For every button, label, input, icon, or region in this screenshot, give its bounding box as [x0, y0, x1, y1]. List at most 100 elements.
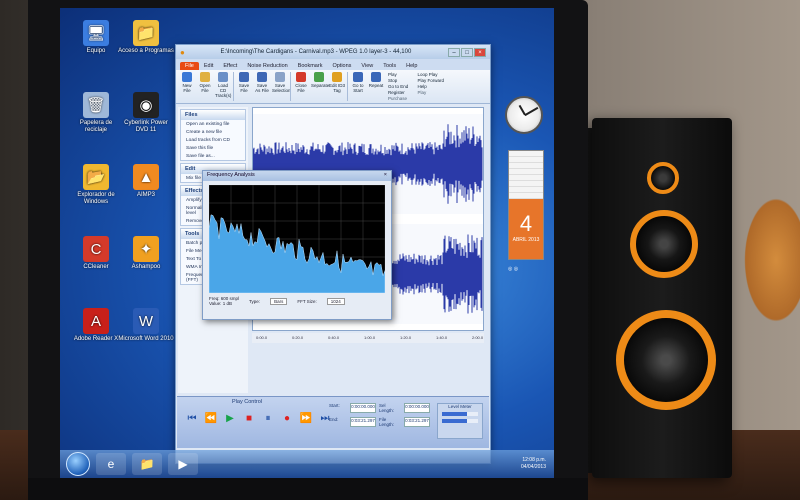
ribbon-button[interactable]: Save Selection: [272, 72, 291, 101]
desktop-icon[interactable]: A Adobe Reader X: [68, 308, 124, 343]
ribbon-tab[interactable]: Edit: [199, 62, 218, 70]
taskbar-media-player-icon[interactable]: ▶: [168, 453, 198, 475]
ribbon-small-button[interactable]: Register: [388, 90, 415, 95]
speaker: [592, 118, 732, 478]
rewind-button[interactable]: ⏪: [204, 411, 218, 425]
task-item[interactable]: Save file as...: [181, 152, 245, 160]
ribbon-button[interactable]: Load CD Track(s): [215, 72, 231, 101]
ribbon-button[interactable]: Open File: [197, 72, 213, 101]
end-label: End:: [329, 417, 339, 422]
ribbon-button[interactable]: Close File: [293, 72, 309, 101]
desktop-icon[interactable]: ▲ AIMP3: [118, 164, 174, 199]
ribbon-button-icon: [314, 72, 324, 82]
ribbon-small-button[interactable]: Play: [388, 72, 415, 77]
sel-length-label: Sel Length:: [379, 403, 395, 413]
desktop-icon-label: Ashampoo: [131, 264, 161, 270]
desktop-icon[interactable]: ✦ Ashampoo: [118, 236, 174, 271]
start-button[interactable]: [66, 452, 90, 476]
ribbon-button-icon: [332, 72, 342, 82]
desktop-screen: 🖥 Equipo 📁 Acceso a Programas 🗑 Papelera de r…: [60, 8, 554, 478]
ribbon-tab[interactable]: File: [180, 62, 199, 70]
end-value[interactable]: 0:03:21.297: [350, 417, 376, 427]
ribbon-tab[interactable]: Effect: [218, 62, 242, 70]
desktop-icon-glyph: C: [83, 236, 109, 262]
desktop-icon[interactable]: W Microsoft Word 2010: [118, 308, 174, 343]
timeline-tick-label: 1:20.0: [400, 335, 412, 340]
ribbon-separator: [233, 72, 234, 101]
system-tray-clock[interactable]: 12:08 p.m. 04/04/2013: [521, 457, 546, 471]
frequency-dialog-close-icon[interactable]: ×: [384, 172, 387, 180]
ribbon-tab[interactable]: View: [356, 62, 378, 70]
taskbar-ie-icon[interactable]: e: [96, 453, 126, 475]
calendar-gadget: 4 ABRIL 2013: [508, 150, 544, 260]
timeline-tick-label: 0:20.0: [292, 335, 304, 340]
position-readouts: Start: 0:00:00.000 Sel Length: 0:00:00.0…: [329, 403, 430, 427]
ribbon-tab[interactable]: Help: [401, 62, 422, 70]
ribbon-button[interactable]: Go to Start: [350, 72, 366, 101]
task-item[interactable]: Create a new file: [181, 128, 245, 136]
task-item[interactable]: Load tracks from CD: [181, 136, 245, 144]
maximize-button[interactable]: □: [461, 47, 473, 57]
desktop-icon-glyph: ✦: [133, 236, 159, 262]
ribbon-tab[interactable]: Bookmark: [293, 62, 328, 70]
timeline-tick-label: 0:40.0: [328, 335, 340, 340]
ribbon-group-label: Play: [417, 90, 427, 95]
ribbon-button-label: Close File: [295, 83, 307, 93]
record-button[interactable]: ●: [280, 411, 294, 425]
ribbon-group-label: Purchase: [388, 96, 408, 101]
ribbon-small-button[interactable]: Stop: [388, 78, 415, 83]
desktop-icon[interactable]: 📁 Acceso a Programas: [118, 20, 174, 55]
task-group-header[interactable]: Files: [181, 110, 245, 120]
go-to-start-button[interactable]: ⏮: [185, 411, 199, 425]
desktop-icon[interactable]: C CCleaner: [68, 236, 124, 271]
frequency-dialog-titlebar[interactable]: Frequency Analysis ×: [203, 171, 391, 181]
close-button[interactable]: ×: [474, 47, 486, 57]
taskbar-explorer-icon[interactable]: 📁: [132, 453, 162, 475]
minimize-button[interactable]: –: [448, 47, 460, 57]
ribbon-small-button[interactable]: Help: [418, 84, 445, 89]
desktop-icon[interactable]: 📂 Explorador de Windows: [68, 164, 124, 206]
ribbon-small-button[interactable]: Play Forward: [418, 78, 445, 83]
task-group-files: Files Open an existing file Create a new f…: [180, 109, 246, 161]
fast-forward-button[interactable]: ⏩: [299, 411, 313, 425]
guitar: [740, 190, 800, 330]
ribbon-button[interactable]: New File: [179, 72, 195, 101]
type-select[interactable]: Bars: [270, 297, 288, 305]
speaker-midrange: [630, 210, 698, 278]
ribbon-tab[interactable]: Noise Reduction: [242, 62, 292, 70]
ribbon-button[interactable]: Edit ID3 Tag: [329, 72, 345, 101]
calendar-month-label: ABRIL 2013: [512, 237, 540, 243]
fft-size-select[interactable]: 1024: [326, 297, 345, 305]
ribbon-button[interactable]: Save As File: [254, 72, 270, 101]
desktop-icon-label: Microsoft Word 2010: [118, 336, 174, 342]
ribbon-button-label: Save As File: [255, 83, 269, 93]
speaker-tweeter: [647, 162, 679, 194]
ribbon-button[interactable]: Separate: [311, 72, 329, 101]
task-item[interactable]: Save this file: [181, 144, 245, 152]
play-button[interactable]: ▶: [223, 411, 237, 425]
ribbon-button-label: Load CD Track(s): [215, 83, 232, 98]
ribbon-small-button[interactable]: Go to End: [388, 84, 415, 89]
timeline-tick-label: 1:00.0: [364, 335, 376, 340]
start-value[interactable]: 0:00:00.000: [350, 403, 376, 413]
ribbon-button-label: Repeat: [368, 83, 384, 88]
sel-length-value[interactable]: 0:00:00.000: [404, 403, 430, 413]
pause-button[interactable]: ⏸: [261, 411, 275, 425]
level-meter-bar-right: [442, 419, 478, 423]
window-titlebar[interactable]: ● E:\Incoming\The Cardigans - Carnival.m…: [176, 45, 490, 59]
desktop-icon[interactable]: 🖥 Equipo: [68, 20, 124, 55]
ribbon-button[interactable]: Repeat: [368, 72, 384, 101]
ribbon-tab[interactable]: Options: [327, 62, 356, 70]
desktop-icon[interactable]: ◉ Cyberlink Power DVD 11: [118, 92, 174, 134]
desktop-icon[interactable]: 🗑 Papelera de reciclaje: [68, 92, 124, 134]
desktop-icon-glyph: 📂: [83, 164, 109, 190]
ribbon-button-icon: [296, 72, 306, 82]
ribbon-tab[interactable]: Tools: [378, 62, 401, 70]
stop-button[interactable]: ■: [242, 411, 256, 425]
calendar-day-number: 4: [519, 211, 533, 236]
ribbon-button-label: Go to Start: [352, 83, 364, 93]
ribbon-button[interactable]: Save File: [236, 72, 252, 101]
task-item[interactable]: Open an existing file: [181, 120, 245, 128]
ribbon-separator: [290, 72, 291, 101]
ribbon-small-button[interactable]: Loop Play: [418, 72, 445, 77]
